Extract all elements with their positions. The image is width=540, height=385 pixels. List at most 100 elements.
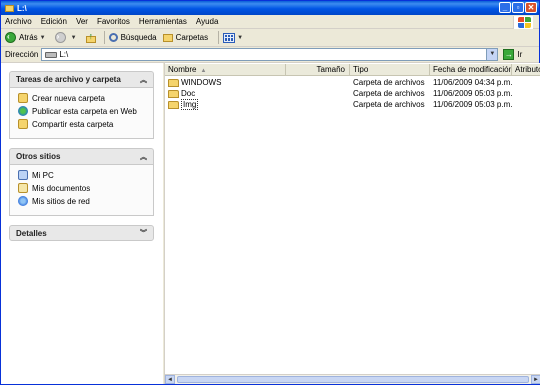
forward-button[interactable]: › ▼ (54, 32, 80, 43)
task-share-folder[interactable]: Compartir esta carpeta (18, 119, 147, 129)
place-my-computer[interactable]: Mi PC (18, 170, 147, 180)
menu-favoritos[interactable]: Favoritos (97, 17, 130, 26)
explorer-window: L:\ _ ▫ ✕ Archivo Edición Ver Favoritos … (0, 0, 540, 385)
file-name-cell: Img (165, 99, 286, 110)
folder-icon (168, 89, 179, 98)
file-row[interactable]: Doc Carpeta de archivos 11/06/2009 05:03… (165, 88, 540, 99)
drive-icon (45, 51, 58, 58)
place-my-documents[interactable]: Mis documentos (18, 183, 147, 193)
horizontal-scrollbar[interactable]: ◄ ► (165, 374, 540, 384)
collapse-chevron-icon[interactable]: ︽ (140, 75, 147, 85)
menu-herramientas[interactable]: Herramientas (139, 17, 187, 26)
file-tasks-body: Crear nueva carpeta Publicar esta carpet… (9, 87, 154, 139)
file-name-cell: Doc (165, 89, 286, 98)
title-bar[interactable]: L:\ _ ▫ ✕ (1, 1, 539, 15)
folders-label: Carpetas (175, 33, 209, 42)
other-places-title: Otros sitios (16, 152, 61, 161)
file-tasks-title: Tareas de archivo y carpeta (16, 75, 121, 84)
task-pane: Tareas de archivo y carpeta ︽ Crear nuev… (1, 63, 163, 384)
new-folder-icon (18, 93, 28, 103)
other-places-body: Mi PC Mis documentos Mis sitios de red (9, 164, 154, 216)
back-arrow-icon: ‹ (5, 32, 16, 43)
column-date[interactable]: Fecha de modificación (430, 64, 512, 76)
address-dropdown-icon[interactable]: ▼ (486, 49, 498, 60)
back-button[interactable]: ‹ Atrás ▼ (5, 32, 49, 43)
back-dropdown-icon[interactable]: ▼ (40, 35, 46, 41)
column-headers: Nombre ▲ Tamaño Tipo Fecha de modificació… (165, 64, 540, 76)
column-name-label: Nombre (168, 65, 197, 74)
go-label: Ir (517, 50, 523, 59)
place-network[interactable]: Mis sitios de red (18, 196, 147, 206)
column-size[interactable]: Tamaño (286, 64, 350, 76)
other-places-header[interactable]: Otros sitios ︽ (9, 148, 154, 164)
go-button[interactable]: → Ir (503, 49, 522, 60)
expand-chevron-icon[interactable]: ︾ (140, 228, 147, 238)
file-rows: WINDOWS Carpeta de archivos 11/06/2009 0… (165, 77, 540, 110)
file-type: Carpeta de archivos (353, 78, 425, 87)
address-bar: Dirección L:\ ▼ → Ir (1, 47, 539, 63)
file-name: Img (181, 99, 199, 110)
search-button[interactable]: Búsqueda (108, 33, 157, 42)
address-value: L:\ (59, 50, 69, 59)
file-row[interactable]: Img Carpeta de archivos 11/06/2009 05:03… (165, 99, 540, 110)
window-controls: _ ▫ ✕ (499, 2, 537, 13)
search-label: Búsqueda (120, 33, 157, 42)
network-places-icon (18, 196, 28, 206)
file-type: Carpeta de archivos (353, 89, 425, 98)
place-label: Mis documentos (32, 183, 91, 193)
toolbar-separator (103, 31, 105, 44)
file-row[interactable]: WINDOWS Carpeta de archivos 11/06/2009 0… (165, 77, 540, 88)
minimize-button[interactable]: _ (499, 2, 511, 13)
share-folder-icon (18, 119, 28, 129)
my-documents-icon (18, 183, 28, 193)
file-tasks-header[interactable]: Tareas de archivo y carpeta ︽ (9, 71, 154, 87)
scroll-thumb[interactable] (177, 376, 529, 383)
column-name[interactable]: Nombre ▲ (165, 64, 286, 76)
file-list[interactable]: Nombre ▲ Tamaño Tipo Fecha de modificació… (164, 63, 540, 384)
task-label: Compartir esta carpeta (32, 119, 114, 129)
task-new-folder[interactable]: Crear nueva carpeta (18, 93, 147, 103)
standard-toolbar: ‹ Atrás ▼ › ▼ ↑ Búsqueda Carpetas ▼ (1, 29, 539, 47)
forward-arrow-icon: › (54, 32, 66, 43)
close-button[interactable]: ✕ (525, 2, 537, 13)
go-arrow-icon: → (503, 49, 515, 60)
menu-ver[interactable]: Ver (76, 17, 88, 26)
file-type: Carpeta de archivos (353, 100, 425, 109)
place-label: Mi PC (32, 170, 54, 180)
views-icon (223, 32, 236, 43)
scroll-right-icon[interactable]: ► (531, 375, 540, 384)
file-date: 11/06/2009 05:03 p.m. (433, 100, 512, 109)
file-date: 11/06/2009 04:34 p.m. (433, 78, 512, 87)
folders-icon (162, 33, 173, 42)
column-type[interactable]: Tipo (350, 64, 430, 76)
details-title: Detalles (16, 228, 47, 238)
maximize-button[interactable]: ▫ (512, 2, 524, 13)
menu-edicion[interactable]: Edición (41, 17, 67, 26)
my-computer-icon (18, 170, 28, 180)
up-folder-icon[interactable]: ↑ (85, 31, 96, 43)
file-tasks-panel: Tareas de archivo y carpeta ︽ Crear nuev… (9, 71, 154, 139)
address-input[interactable]: L:\ ▼ (41, 48, 499, 61)
views-button[interactable]: ▼ (223, 32, 246, 43)
menu-ayuda[interactable]: Ayuda (196, 17, 219, 26)
windows-logo-icon (513, 16, 533, 29)
details-header[interactable]: Detalles ︾ (9, 225, 154, 241)
sort-ascending-icon: ▲ (200, 68, 207, 74)
column-attributes[interactable]: Atributos (512, 64, 540, 76)
other-places-panel: Otros sitios ︽ Mi PC Mis documentos Mis … (9, 148, 154, 216)
menu-bar: Archivo Edición Ver Favoritos Herramient… (1, 15, 539, 29)
folders-button[interactable]: Carpetas (162, 33, 209, 42)
web-publish-icon (18, 106, 28, 116)
details-panel: Detalles ︾ (9, 225, 154, 241)
file-name: WINDOWS (181, 78, 222, 87)
back-label: Atrás (19, 33, 38, 42)
views-dropdown-icon[interactable]: ▼ (237, 35, 243, 41)
folder-icon (168, 100, 179, 109)
forward-dropdown-icon[interactable]: ▼ (71, 35, 77, 41)
place-label: Mis sitios de red (32, 196, 90, 206)
file-name-cell: WINDOWS (165, 78, 286, 87)
scroll-left-icon[interactable]: ◄ (165, 375, 175, 384)
menu-archivo[interactable]: Archivo (5, 17, 32, 26)
task-publish-web[interactable]: Publicar esta carpeta en Web (18, 106, 147, 116)
collapse-chevron-icon[interactable]: ︽ (140, 152, 147, 162)
